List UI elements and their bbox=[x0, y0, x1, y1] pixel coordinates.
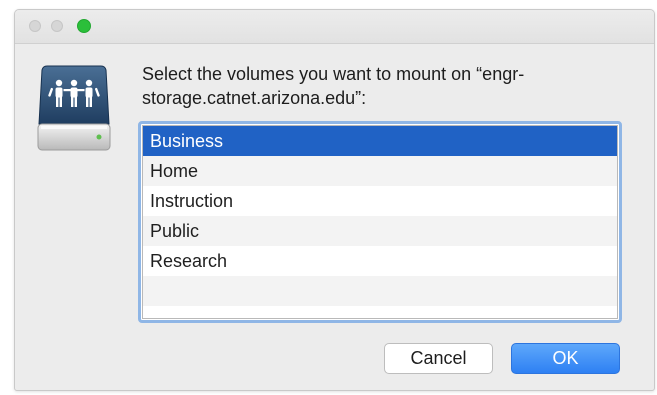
volume-list-content: Business Home Instruction Public Researc… bbox=[142, 125, 618, 319]
empty-list-row bbox=[143, 276, 617, 306]
minimize-window-button[interactable] bbox=[51, 20, 63, 32]
volume-item-home[interactable]: Home bbox=[143, 156, 617, 186]
dialog-prompt: Select the volumes you want to mount on … bbox=[142, 64, 525, 108]
close-window-button[interactable] bbox=[29, 20, 41, 32]
network-server-icon bbox=[37, 62, 111, 154]
volume-item-instruction[interactable]: Instruction bbox=[143, 186, 617, 216]
empty-list-row bbox=[143, 306, 617, 320]
volume-item-public[interactable]: Public bbox=[143, 216, 617, 246]
volume-item-business[interactable]: Business bbox=[143, 126, 617, 156]
volume-item-research[interactable]: Research bbox=[143, 246, 617, 276]
cancel-button[interactable]: Cancel bbox=[384, 343, 493, 374]
mount-volumes-dialog: Select the volumes you want to mount on … bbox=[14, 9, 655, 391]
ok-button[interactable]: OK bbox=[511, 343, 620, 374]
zoom-window-button[interactable] bbox=[77, 19, 91, 33]
volume-list[interactable]: Business Home Instruction Public Researc… bbox=[138, 121, 622, 323]
title-bar bbox=[15, 10, 654, 44]
